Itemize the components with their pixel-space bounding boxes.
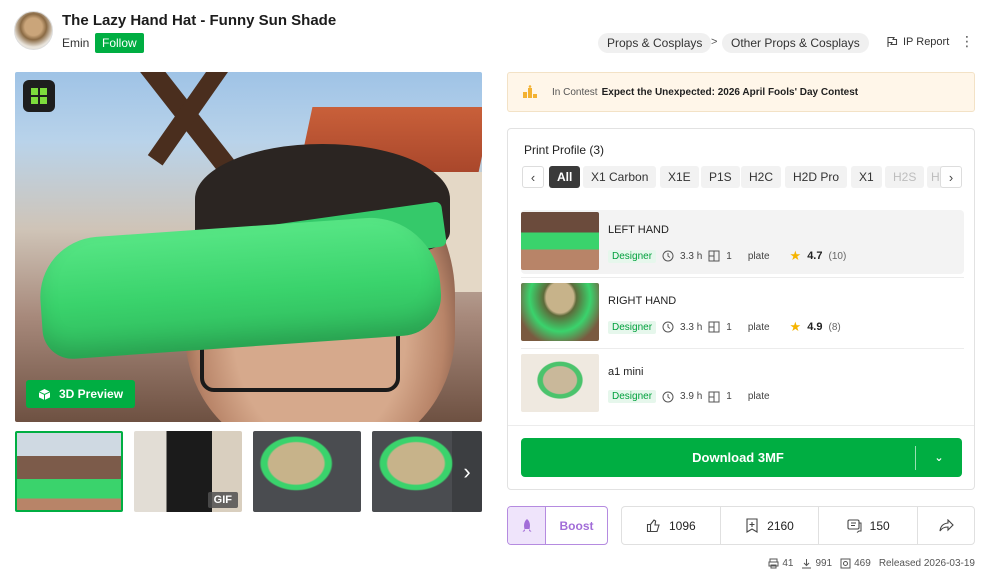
breadcrumb-props-cosplays[interactable]: Props & Cosplays <box>598 33 712 53</box>
more-options-icon[interactable]: ⋮ <box>960 34 974 48</box>
comment-button[interactable]: 150 <box>819 507 919 544</box>
chevron-right-icon[interactable]: › <box>940 166 962 188</box>
rating-count: (8) <box>828 321 841 333</box>
print-time: 3.9 h <box>680 391 703 402</box>
print-time: 3.3 h <box>680 321 703 333</box>
filter-p1s[interactable]: P1S <box>701 166 740 188</box>
boost-label: Boost <box>559 518 594 533</box>
designer-badge: Designer <box>608 320 657 334</box>
profile-name: a1 mini <box>608 366 644 378</box>
rating-count: (10) <box>828 250 847 262</box>
engagement-bar: 1096 2160 150 <box>621 506 975 545</box>
download-label: Download 3MF <box>692 450 784 465</box>
view-icon <box>840 558 851 569</box>
filter-x1-carbon[interactable]: X1 Carbon <box>583 166 657 188</box>
3d-preview-label: 3D Preview <box>59 387 124 401</box>
download-count: 991 <box>815 558 833 569</box>
gif-tag: GIF <box>207 492 238 508</box>
contest-label: In Contest <box>552 86 598 98</box>
print-profile-title: Print Profile (3) <box>524 143 605 157</box>
printer-icon <box>768 558 779 569</box>
designer-badge: Designer <box>608 390 657 403</box>
thumbs-up-icon <box>646 519 660 533</box>
like-count: 1096 <box>668 518 696 533</box>
profile-thumbnail <box>521 212 599 270</box>
divider <box>521 348 964 349</box>
author-name[interactable]: Emin <box>62 36 89 50</box>
view-count: 469 <box>854 558 871 569</box>
profile-row-a1-mini[interactable]: a1 mini Designer 3.9 h 1 plate <box>521 352 964 416</box>
designer-badge: Designer <box>608 249 657 263</box>
contest-banner[interactable]: In Contest Expect the Unexpected: 2026 A… <box>507 72 975 112</box>
plate-count: 1 <box>726 321 732 333</box>
comment-icon <box>847 518 862 533</box>
bookmark-plus-icon <box>746 518 758 533</box>
rating: 4.9 <box>807 321 823 333</box>
page-title: The Lazy Hand Hat - Funny Sun Shade <box>62 12 337 29</box>
plate-icon <box>708 321 720 333</box>
chevron-down-icon[interactable]: ⌄ <box>916 451 962 464</box>
clock-icon <box>662 250 674 262</box>
main-image[interactable]: 3D Preview <box>15 72 482 422</box>
3d-preview-button[interactable]: 3D Preview <box>26 380 136 408</box>
collect-count: 2160 <box>767 518 794 533</box>
filter-x1e[interactable]: X1E <box>660 166 699 188</box>
cube-icon <box>38 388 51 400</box>
plate-label: plate <box>747 321 770 333</box>
plate-icon <box>708 250 720 262</box>
author-avatar[interactable] <box>14 11 53 50</box>
plate-label: plate <box>747 250 770 262</box>
clock-icon <box>662 391 674 402</box>
like-button[interactable]: 1096 <box>622 507 721 544</box>
chevron-left-icon[interactable]: ‹ <box>522 166 544 188</box>
plate-count: 1 <box>726 391 732 402</box>
release-date: Released 2026-03-19 <box>878 558 975 569</box>
share-button[interactable] <box>918 507 974 544</box>
flag-icon <box>887 36 898 47</box>
maker-logo-icon <box>23 80 55 112</box>
thumbnail-2[interactable]: GIF <box>134 431 242 512</box>
divider <box>508 425 974 426</box>
chevron-right-icon[interactable]: › <box>452 431 482 512</box>
thumbnail-1[interactable] <box>15 431 123 512</box>
podium-icon <box>523 85 537 98</box>
print-profile-panel: Print Profile (3) ‹ All X1 Carbon X1E P1… <box>507 128 975 490</box>
divider <box>521 277 964 278</box>
thumbnail-3[interactable] <box>253 431 361 512</box>
breadcrumb-separator: > <box>711 36 718 48</box>
contest-name: Expect the Unexpected: 2026 April Fools'… <box>601 86 859 98</box>
plate-count: 1 <box>726 250 732 262</box>
ip-report-link[interactable]: IP Report <box>886 36 949 48</box>
profile-thumbnail <box>521 283 599 341</box>
model-stats: 41 991 469 Released 2026-03-19 <box>768 558 975 569</box>
rocket-icon <box>508 507 546 544</box>
plate-label: plate <box>747 391 770 402</box>
clock-icon <box>662 321 674 333</box>
ip-report-label: IP Report <box>903 36 950 48</box>
print-time: 3.3 h <box>680 250 703 262</box>
filter-h2d-pro[interactable]: H2D Pro <box>785 166 848 188</box>
plate-icon <box>708 391 720 402</box>
download-icon <box>802 559 812 569</box>
filter-h2c[interactable]: H2C <box>741 166 782 188</box>
share-icon <box>938 519 954 532</box>
comment-count: 150 <box>869 518 890 533</box>
collect-button[interactable]: 2160 <box>721 507 820 544</box>
boost-button[interactable]: Boost <box>507 506 608 545</box>
profile-name: RIGHT HAND <box>608 295 677 307</box>
download-3mf-button[interactable]: Download 3MF ⌄ <box>521 438 962 477</box>
print-count: 41 <box>782 558 794 569</box>
breadcrumb-other-props[interactable]: Other Props & Cosplays <box>722 33 869 53</box>
profile-row-right-hand[interactable]: RIGHT HAND Designer 3.3 h 1 plate ★ 4.9 … <box>521 281 964 345</box>
star-icon: ★ <box>789 319 802 334</box>
profile-name: LEFT HAND <box>608 224 669 236</box>
profile-row-left-hand[interactable]: LEFT HAND Designer 3.3 h 1 plate ★ 4.7 (… <box>521 210 964 274</box>
rating: 4.7 <box>807 250 823 262</box>
star-icon: ★ <box>789 248 802 263</box>
filter-x1[interactable]: X1 <box>851 166 882 188</box>
follow-button[interactable]: Follow <box>95 33 144 53</box>
filter-h2s[interactable]: H2S <box>885 166 925 188</box>
profile-thumbnail <box>521 354 599 412</box>
filter-all[interactable]: All <box>549 166 581 188</box>
